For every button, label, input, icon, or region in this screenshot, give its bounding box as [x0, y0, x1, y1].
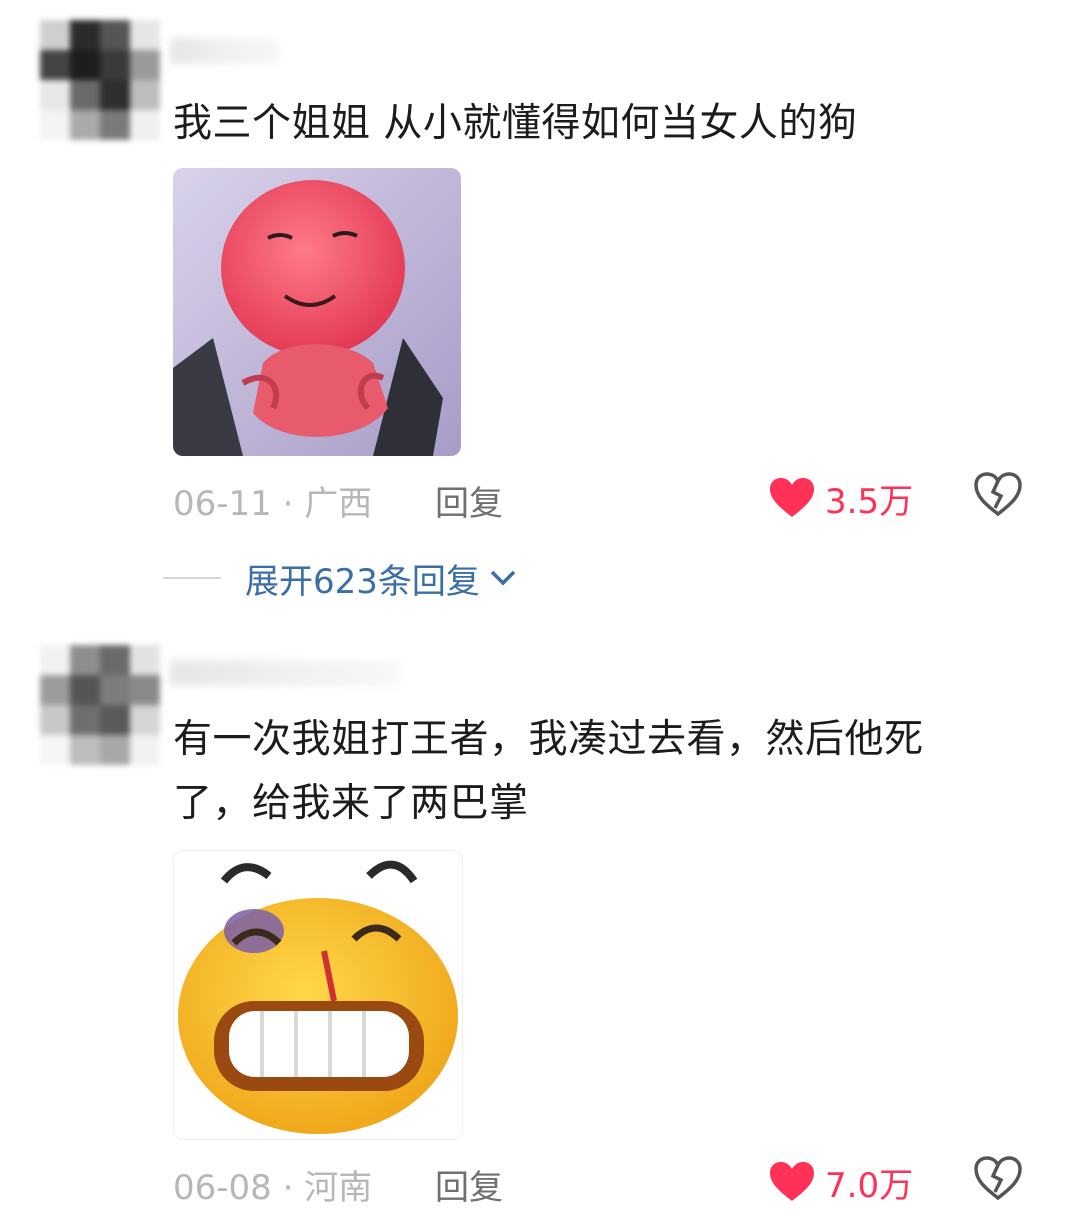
comment-meta: 06-11 · 广西 回复 3.5万 [173, 468, 1053, 528]
expand-replies-link[interactable]: 展开623条回复 [163, 548, 518, 608]
chevron-down-icon [490, 570, 516, 586]
date-location: 06-08 · 河南 [173, 1168, 373, 1208]
heart-icon [770, 1162, 814, 1201]
comment-item: 我三个姐姐 从小就懂得如何当女人的狗 06-11 · 广西 回复 3.5万 展开… [0, 0, 1080, 602]
username[interactable] [170, 38, 280, 64]
comment-item: 有一次我姐打王者，我凑过去看，然后他死 了，给我来了两巴掌 06-08 · 河南… [0, 630, 1080, 1219]
broken-heart-icon[interactable] [973, 472, 1023, 518]
comment-text: 我三个姐姐 从小就懂得如何当女人的狗 [173, 101, 858, 146]
avatar[interactable] [40, 20, 160, 140]
expand-replies-label: 展开623条回复 [245, 561, 480, 602]
heart-icon [770, 478, 814, 517]
like-count: 3.5万 [825, 481, 914, 522]
like-count: 7.0万 [825, 1165, 914, 1206]
date-location: 06-11 · 广西 [173, 484, 373, 524]
reply-button[interactable]: 回复 [435, 1160, 503, 1209]
red-face-sticker [173, 168, 461, 456]
grinning-face-sticker [174, 851, 462, 1139]
sticker-image[interactable] [173, 168, 461, 456]
broken-heart-icon[interactable] [973, 1156, 1023, 1202]
divider-line [163, 577, 221, 579]
like-button[interactable]: 7.0万 [769, 1152, 913, 1212]
username[interactable] [170, 660, 400, 686]
like-button[interactable]: 3.5万 [769, 468, 913, 528]
reply-button[interactable]: 回复 [435, 476, 503, 525]
comment-text: 有一次我姐打王者，我凑过去看，然后他死 了，给我来了两巴掌 [173, 717, 924, 826]
avatar[interactable] [40, 645, 160, 765]
sticker-image[interactable] [173, 850, 463, 1140]
comment-meta: 06-08 · 河南 回复 7.0万 [173, 1152, 1053, 1212]
